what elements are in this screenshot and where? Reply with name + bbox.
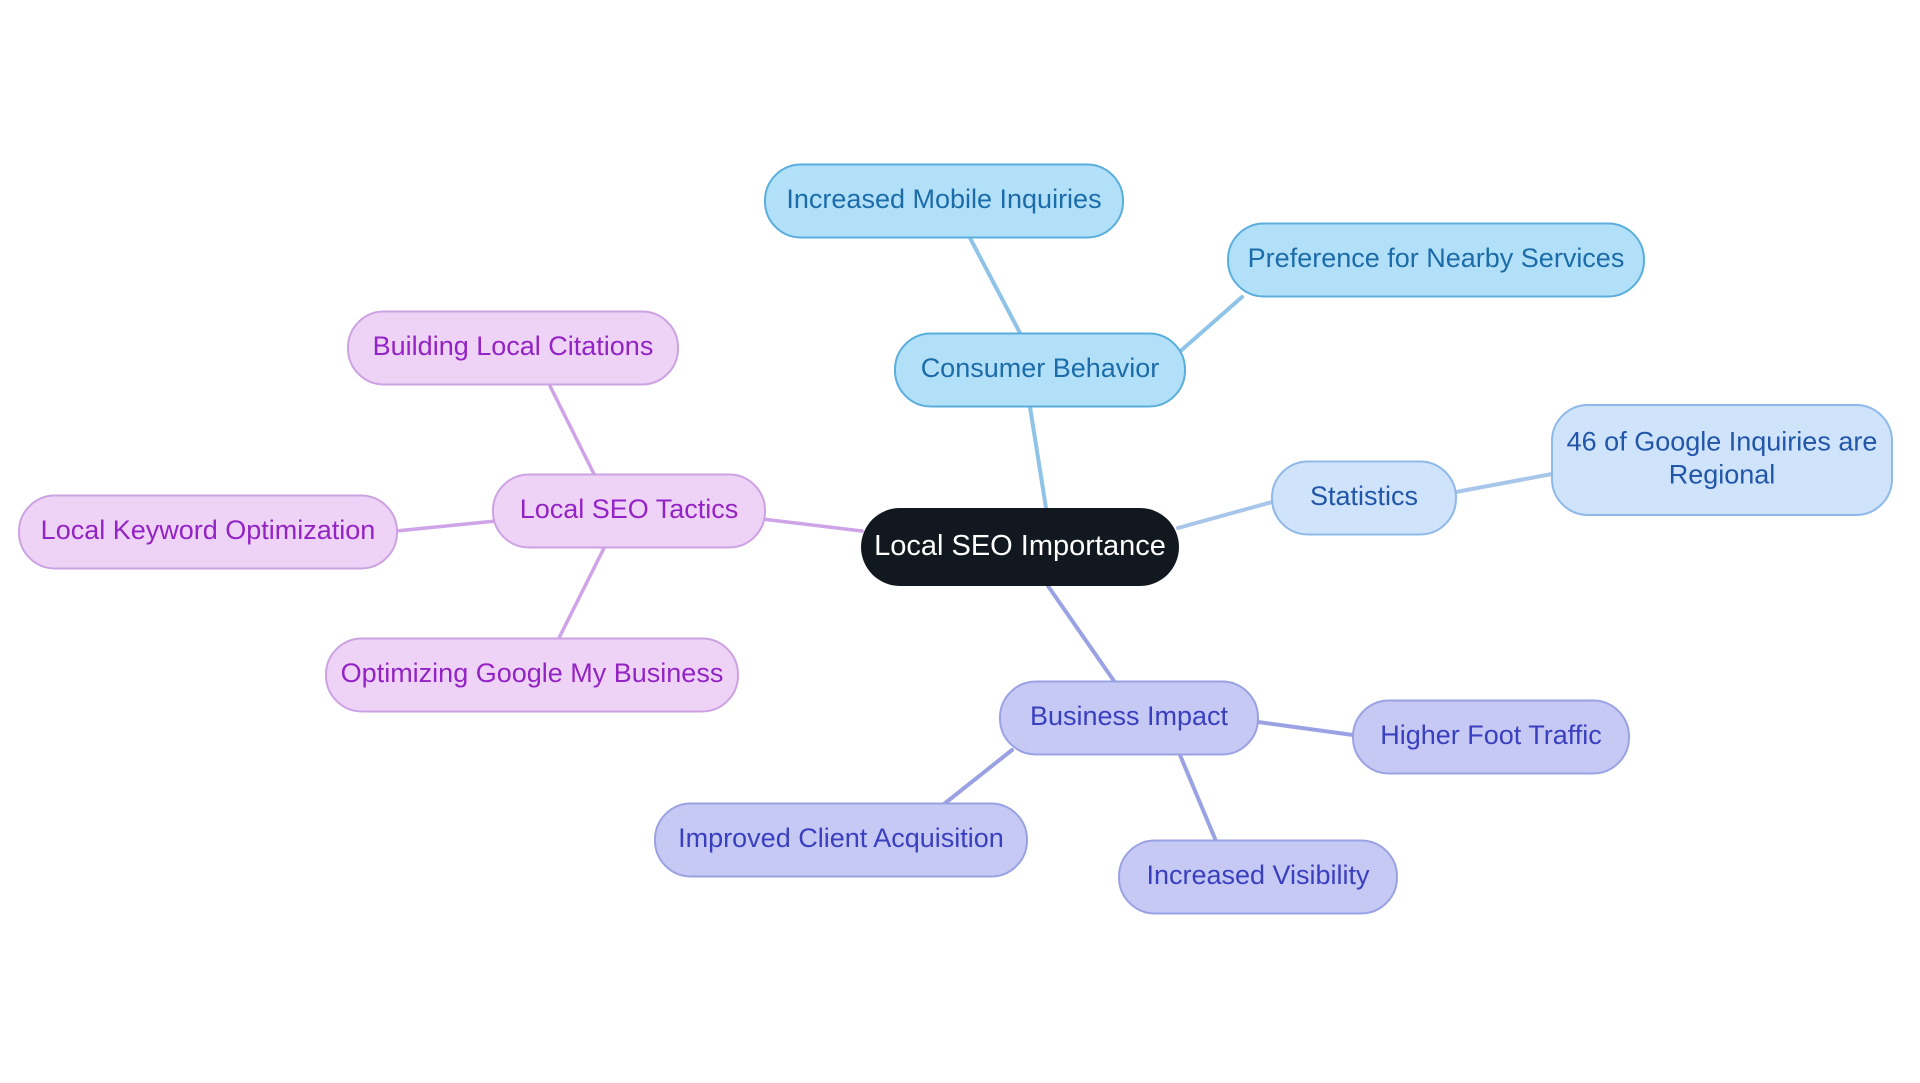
mindmap-node-building-local-citations[interactable]: Building Local Citations [347,310,679,386]
mindmap-edge-local-seo-tactics-to-local-keyword-optimization [394,519,498,533]
node-label-line: Increased Visibility [1146,860,1370,890]
mindmap-node-preference-for-nearby-services[interactable]: Preference for Nearby Services [1227,222,1645,298]
node-label-increased-mobile-inquiries: Increased Mobile Inquiries [786,184,1101,214]
node-label-local-seo-tactics: Local SEO Tactics [520,494,739,524]
mindmap-node-increased-visibility[interactable]: Increased Visibility [1118,839,1398,915]
mindmap-edge-business-impact-to-improved-client-acquisition [942,748,1014,806]
mindmap-node-statistics[interactable]: Statistics [1271,460,1457,536]
mindmap-node-local-seo-tactics[interactable]: Local SEO Tactics [492,473,766,549]
node-label-line: Improved Client Acquisition [678,823,1004,853]
mindmap-node-business-impact[interactable]: Business Impact [999,680,1259,756]
mindmap-node-optimizing-google-my-business[interactable]: Optimizing Google My Business [325,637,739,713]
mindmap-edge-consumer-behavior-to-increased-mobile-inquiries [968,236,1022,335]
mindmap-edge-root-to-local-seo-tactics [760,517,864,533]
node-label-line: Local SEO Importance [874,530,1166,562]
nodes-layer: Local SEO Importance Consumer Behavior Inc… [18,163,1893,915]
node-label-line: Increased Mobile Inquiries [786,184,1101,214]
node-label-line: Consumer Behavior [921,353,1160,383]
node-label-line: Local Keyword Optimization [41,515,376,545]
node-label-line: Preference for Nearby Services [1248,243,1625,273]
mindmap-edge-root-to-business-impact [1046,584,1116,683]
node-label-consumer-behavior: Consumer Behavior [921,353,1160,383]
mindmap-edge-local-seo-tactics-to-optimizing-google-my-business [557,546,606,640]
node-label-line: Higher Foot Traffic [1380,720,1602,750]
mindmap-node-root[interactable]: Local SEO Importance [861,508,1179,586]
node-label-root: Local SEO Importance [874,530,1166,562]
node-label-line: Building Local Citations [373,331,654,361]
mindmap-canvas: Local SEO Importance Consumer Behavior Inc… [0,0,1920,1083]
node-label-building-local-citations: Building Local Citations [373,331,654,361]
node-label-optimizing-google-my-business: Optimizing Google My Business [341,658,724,688]
mindmap-edge-root-to-statistics [1176,500,1274,530]
node-label-higher-foot-traffic: Higher Foot Traffic [1380,720,1602,750]
node-label-line: 46 of Google Inquiries are [1567,427,1878,457]
node-label-increased-visibility: Increased Visibility [1146,860,1370,890]
mindmap-edge-business-impact-to-higher-foot-traffic [1256,720,1355,737]
mindmap-node-increased-mobile-inquiries[interactable]: Increased Mobile Inquiries [764,163,1124,239]
mindmap-edge-business-impact-to-increased-visibility [1178,753,1218,843]
node-label-line: Statistics [1310,481,1418,511]
node-label-line: Optimizing Google My Business [341,658,724,688]
node-label-business-impact: Business Impact [1030,701,1229,731]
mindmap-node-local-keyword-optimization[interactable]: Local Keyword Optimization [18,494,398,570]
mindmap-svg: Local SEO Importance Consumer Behavior Inc… [18,163,1893,915]
mindmap-edge-local-seo-tactics-to-building-local-citations [548,384,597,478]
node-label-preference-for-nearby-services: Preference for Nearby Services [1248,243,1625,273]
mindmap-edge-statistics-to-google-inquiries-regional [1454,472,1554,494]
node-label-line: Local SEO Tactics [520,494,739,524]
mindmap-node-google-inquiries-regional[interactable]: 46 of Google Inquiries are Regional [1551,404,1893,516]
mindmap-node-consumer-behavior[interactable]: Consumer Behavior [894,332,1186,408]
node-label-line: Regional [1669,460,1776,490]
mindmap-edge-consumer-behavior-to-preference-for-nearby-services [1174,295,1244,357]
mindmap-node-higher-foot-traffic[interactable]: Higher Foot Traffic [1352,699,1630,775]
node-label-statistics: Statistics [1310,481,1418,511]
mindmap-node-improved-client-acquisition[interactable]: Improved Client Acquisition [654,802,1028,878]
node-label-improved-client-acquisition: Improved Client Acquisition [678,823,1004,853]
node-label-local-keyword-optimization: Local Keyword Optimization [41,515,376,545]
mindmap-edge-root-to-consumer-behavior [1028,405,1048,510]
node-label-line: Business Impact [1030,701,1229,731]
